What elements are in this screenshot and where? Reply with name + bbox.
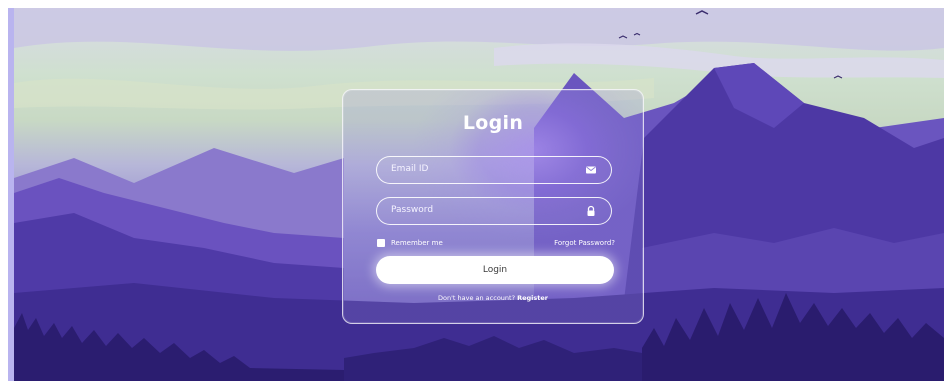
password-placeholder: Password (391, 205, 434, 215)
register-prompt: Don't have an account? (438, 294, 518, 302)
password-field[interactable]: Password (376, 197, 612, 225)
register-row: Don't have an account? Register (343, 294, 643, 302)
lock-icon (587, 205, 595, 216)
login-title: Login (462, 112, 524, 134)
login-card: Login Email ID Password Remember me Forg… (342, 89, 644, 324)
remember-checkbox[interactable] (377, 239, 385, 247)
envelope-icon (586, 166, 596, 174)
page-frame: Login Email ID Password Remember me Forg… (0, 0, 951, 383)
forgot-password-link[interactable]: Forgot Password? (554, 239, 615, 247)
email-field[interactable]: Email ID (376, 156, 612, 184)
mountain-background: Login Email ID Password Remember me Forg… (8, 8, 944, 381)
email-placeholder: Email ID (391, 164, 429, 174)
login-button[interactable]: Login (376, 256, 614, 284)
remember-row: Remember me Forgot Password? (377, 238, 615, 250)
remember-label[interactable]: Remember me (391, 239, 443, 247)
register-link[interactable]: Register (517, 294, 548, 302)
